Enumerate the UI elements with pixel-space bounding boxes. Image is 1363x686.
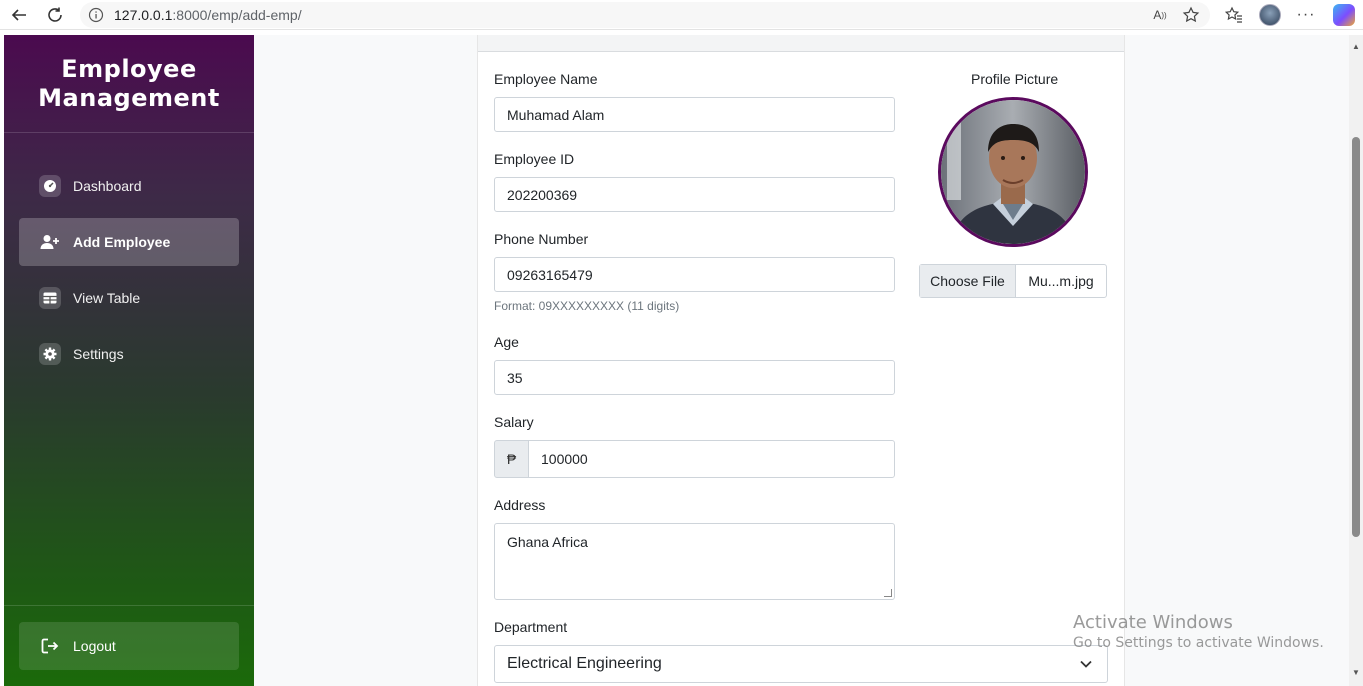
sidebar-item-label: Dashboard	[73, 178, 142, 194]
activate-windows-watermark: Activate Windows Go to Settings to activ…	[1073, 612, 1324, 651]
salary-label: Salary	[494, 414, 534, 430]
chevron-down-icon	[1079, 657, 1093, 676]
employee-name-input[interactable]: Muhamad Alam	[494, 97, 895, 132]
browser-toolbar: 127.0.0.1:8000/emp/add-emp/ A)) ···	[0, 0, 1363, 30]
file-input[interactable]: Choose File Mu...m.jpg	[919, 264, 1107, 298]
sidebar-item-add-employee[interactable]: Add Employee	[19, 218, 239, 266]
brand-title: Employee Management	[4, 35, 254, 133]
department-selected: Electrical Engineering	[507, 655, 662, 672]
url-text: 127.0.0.1:8000/emp/add-emp/	[114, 7, 302, 23]
profile-avatar[interactable]	[1259, 4, 1281, 26]
scroll-thumb[interactable]	[1352, 137, 1360, 537]
sidebar: Employee Management Dashboard Add Employe…	[4, 35, 254, 686]
sidebar-item-settings[interactable]: Settings	[19, 330, 239, 378]
address-bar[interactable]: 127.0.0.1:8000/emp/add-emp/	[80, 2, 1210, 28]
logout-icon	[39, 635, 61, 657]
logout-label: Logout	[73, 638, 116, 654]
user-plus-icon	[39, 231, 61, 253]
gear-icon	[39, 343, 61, 365]
copilot-icon[interactable]	[1333, 4, 1355, 26]
choose-file-button[interactable]: Choose File	[920, 265, 1016, 297]
sidebar-divider	[4, 605, 254, 606]
address-label: Address	[494, 497, 546, 513]
currency-addon: ₱	[494, 440, 529, 478]
profile-picture-label: Profile Picture	[971, 71, 1059, 87]
card-header	[478, 35, 1124, 52]
sidebar-item-label: Settings	[73, 346, 124, 362]
resize-handle[interactable]	[884, 589, 892, 597]
sidebar-item-view-table[interactable]: View Table	[19, 274, 239, 322]
address-value: Ghana Africa	[507, 534, 588, 550]
main-content: Employee Name Muhamad Alam Employee ID 2…	[254, 35, 1349, 686]
more-icon[interactable]: ···	[1296, 5, 1316, 25]
file-name-text: Mu...m.jpg	[1028, 273, 1094, 289]
sidebar-item-label: Add Employee	[73, 234, 171, 250]
watermark-subtitle: Go to Settings to activate Windows.	[1073, 635, 1324, 651]
scroll-up-icon[interactable]: ▲	[1352, 43, 1360, 51]
age-input[interactable]: 35	[494, 360, 895, 395]
favorites-icon[interactable]	[1224, 5, 1244, 25]
table-icon	[39, 287, 61, 309]
profile-photo	[938, 97, 1088, 247]
employee-id-input[interactable]: 202200369	[494, 177, 895, 212]
logout-button[interactable]: Logout	[19, 622, 239, 670]
dashboard-icon	[39, 175, 61, 197]
phone-number-input[interactable]: 09263165479	[494, 257, 895, 292]
read-aloud-icon[interactable]: A))	[1150, 5, 1170, 25]
phone-number-label: Phone Number	[494, 231, 589, 247]
watermark-title: Activate Windows	[1073, 612, 1233, 633]
employee-id-label: Employee ID	[494, 151, 575, 167]
scroll-down-icon[interactable]: ▼	[1352, 669, 1360, 677]
phone-format-help: Format: 09XXXXXXXXX (11 digits)	[494, 299, 680, 313]
refresh-icon[interactable]	[44, 4, 66, 26]
address-textarea[interactable]: Ghana Africa	[494, 523, 895, 600]
page-scrollbar[interactable]: ▲ ▼	[1349, 35, 1363, 686]
department-label: Department	[494, 619, 568, 635]
favorite-star-icon[interactable]	[1181, 5, 1201, 25]
back-icon[interactable]	[8, 4, 30, 26]
salary-input[interactable]: 100000	[528, 440, 895, 478]
sidebar-item-label: View Table	[73, 290, 141, 306]
age-label: Age	[494, 334, 519, 350]
employee-name-label: Employee Name	[494, 71, 598, 87]
info-icon[interactable]	[88, 7, 104, 23]
sidebar-item-dashboard[interactable]: Dashboard	[19, 162, 239, 210]
department-select[interactable]: Electrical Engineering	[494, 645, 1108, 683]
